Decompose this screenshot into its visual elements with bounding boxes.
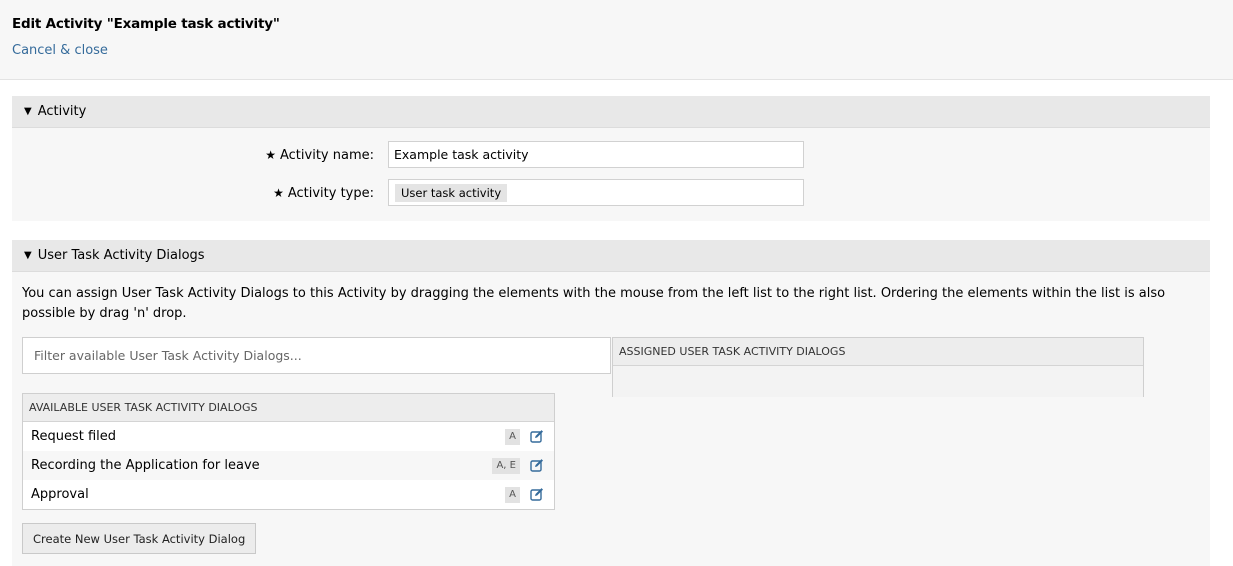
available-dialogs-list: AVAILABLE USER TASK ACTIVITY DIALOGS Req… — [22, 393, 555, 510]
dialogs-widget-heading: User Task Activity Dialogs — [37, 248, 205, 263]
available-dialogs-header: AVAILABLE USER TASK ACTIVITY DIALOGS — [23, 394, 554, 422]
dialog-item-label: Recording the Application for leave — [31, 458, 260, 473]
page-title: Edit Activity "Example task activity" — [12, 16, 280, 32]
activity-name-input[interactable] — [388, 141, 804, 168]
activity-name-label-text: Activity name: — [280, 148, 374, 163]
dialogs-widget: ▼ User Task Activity Dialogs You can assi… — [12, 240, 1210, 566]
caret-down-icon: ▼ — [24, 106, 32, 117]
activity-type-label-text: Activity type: — [287, 186, 374, 201]
activity-widget-toggle[interactable]: ▼ Activity — [12, 96, 1210, 128]
dialog-interface-badge: A, E — [492, 458, 520, 474]
assigned-dialogs-list[interactable]: ASSIGNED USER TASK ACTIVITY DIALOGS — [612, 337, 1144, 397]
activity-widget-heading: Activity — [37, 104, 87, 119]
assigned-drop-zone[interactable] — [613, 366, 1143, 397]
edit-icon[interactable] — [530, 429, 544, 443]
caret-down-icon: ▼ — [24, 250, 32, 261]
activity-name-label: ★ Activity name: — [12, 148, 374, 163]
assigned-dialogs-header: ASSIGNED USER TASK ACTIVITY DIALOGS — [613, 338, 1143, 366]
dialogs-widget-toggle[interactable]: ▼ User Task Activity Dialogs — [12, 240, 1210, 272]
edit-icon[interactable] — [530, 458, 544, 472]
dialog-item-label: Request filed — [31, 429, 116, 444]
activity-type-field[interactable]: User task activity — [388, 179, 804, 206]
dialog-interface-badge: A — [505, 429, 520, 445]
create-dialog-button[interactable]: Create New User Task Activity Dialog — [22, 523, 257, 554]
activity-type-label: ★ Activity type: — [12, 186, 374, 201]
required-star-icon: ★ — [265, 148, 276, 162]
page-header: Edit Activity "Example task activity" Ca… — [0, 0, 1233, 80]
activity-widget: ▼Activity ★Activity name: ★Activity type… — [12, 96, 1210, 221]
list-item[interactable]: Recording the Application for leave A, E — [23, 451, 554, 480]
required-star-icon: ★ — [273, 186, 284, 200]
activity-type-value: User task activity — [395, 184, 508, 202]
filter-dialogs-input[interactable] — [22, 337, 611, 374]
dialog-item-label: Approval — [31, 487, 89, 502]
dialog-interface-badge: A — [505, 487, 520, 503]
list-item[interactable]: Request filed A — [23, 422, 554, 451]
cancel-close-link[interactable]: Cancel & close — [12, 43, 108, 58]
list-item[interactable]: Approval A — [23, 480, 554, 509]
dialogs-description: You can assign User Task Activity Dialog… — [22, 286, 1166, 321]
edit-icon[interactable] — [530, 487, 544, 501]
